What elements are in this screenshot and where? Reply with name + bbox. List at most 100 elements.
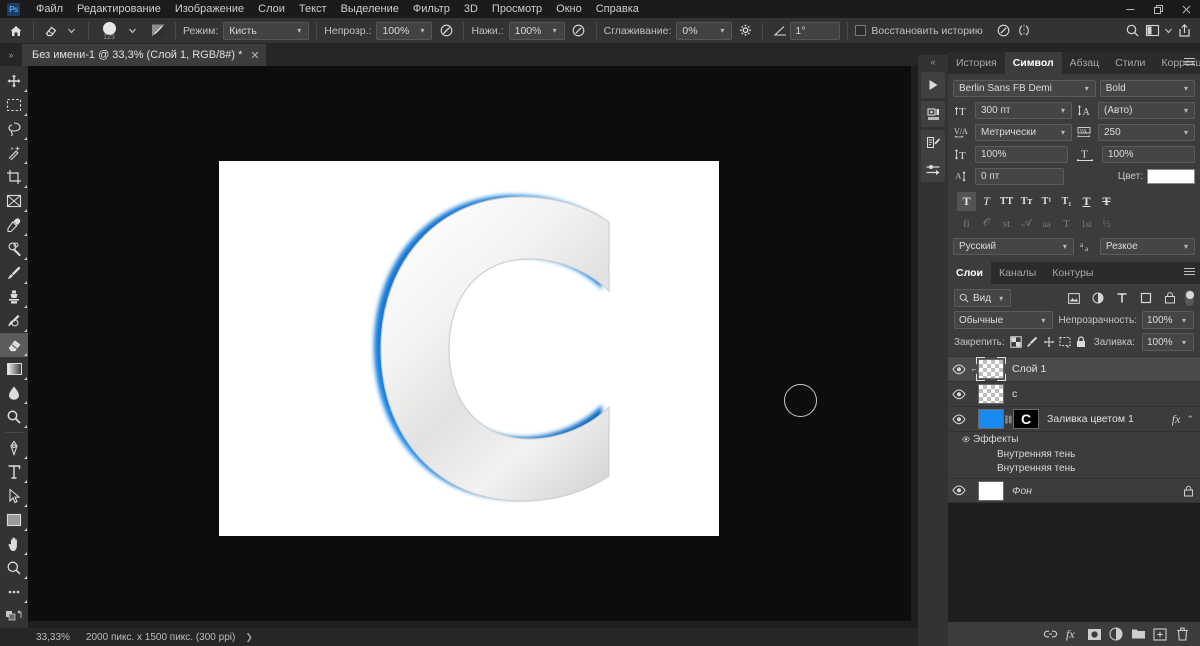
small-caps-button[interactable]: Tт [1017,192,1036,211]
smoothing-input[interactable]: 0% ▾ [676,21,733,40]
filter-smart-object-icon[interactable] [1161,289,1179,307]
titling-alternates-button[interactable]: T [1057,214,1076,233]
flow-input[interactable]: 100% ▾ [508,21,565,40]
path-selection-tool[interactable] [0,484,28,508]
layer-blend-mode-select[interactable]: Обычные ▾ [954,311,1054,329]
tab-channels[interactable]: Каналы [990,262,1045,284]
libraries-icon[interactable] [921,101,945,127]
menu-layers[interactable]: Слои [251,0,292,18]
layer-thumbnail[interactable] [978,359,1004,379]
pen-tool[interactable] [0,436,28,460]
workspace-chevron-icon[interactable] [1162,21,1174,41]
underline-button[interactable]: T [1077,192,1096,211]
delete-layer-button[interactable] [1172,624,1192,644]
tab-history[interactable]: История [948,52,1005,74]
blend-mode-select[interactable]: Кисть ▾ [223,21,310,40]
layer-filter-select[interactable]: Вид ▾ [954,289,1012,307]
dodge-tool[interactable] [0,405,28,429]
table-row[interactable]: ⌐ Слой 1 [948,357,1200,382]
hand-tool[interactable] [0,532,28,556]
workspace-icon[interactable] [1142,21,1162,41]
font-family-select[interactable]: Berlin Sans FB Demi ▾ [953,80,1096,97]
layer-thumbnail[interactable] [978,384,1004,404]
eyedropper-tool[interactable] [0,213,28,237]
airbrush-toggle-icon[interactable] [569,21,589,41]
layer-effects-badge[interactable]: fx [1172,412,1181,427]
layer-thumbnail[interactable] [978,480,1004,501]
gradient-tool[interactable] [0,357,28,381]
baseline-shift-input[interactable]: 0 пт [975,168,1064,185]
status-chevron-icon[interactable]: ❯ [245,632,253,643]
strikethrough-button[interactable]: T [1097,192,1116,211]
document-tab[interactable]: Без имени-1 @ 33,3% (Слой 1, RGB/8#) * ✕ [22,44,266,66]
effect-row[interactable]: Внутренняя тень [948,461,1200,475]
menu-window[interactable]: Окно [549,0,589,18]
gear-icon[interactable] [735,21,755,41]
menu-view[interactable]: Просмотр [485,0,549,18]
horizontal-scale-input[interactable]: 100% [1102,146,1195,163]
language-select[interactable]: Русский ▾ [953,238,1074,255]
layer-visibility-icon[interactable] [948,485,970,496]
menu-help[interactable]: Справка [589,0,646,18]
layer-name[interactable]: Заливка цветом 1 [1047,413,1172,425]
history-brush-tool[interactable] [0,309,28,333]
angle-input[interactable]: 1° [790,21,841,40]
pressure-opacity-icon[interactable] [436,21,456,41]
clone-stamp-tool[interactable] [0,285,28,309]
vertical-scale-input[interactable]: 100% [975,146,1068,163]
tab-paragraph[interactable]: Абзац [1061,52,1108,74]
standard-ligatures-button[interactable]: fi [957,214,976,233]
layer-name[interactable]: с [1012,388,1194,400]
text-color-swatch[interactable] [1147,169,1196,184]
layer-visibility-icon[interactable] [948,363,970,375]
layer-mask-thumbnail[interactable]: C [1013,409,1039,429]
effect-row[interactable]: Внутренняя тень [948,447,1200,461]
lock-image-pixels-icon[interactable] [1026,334,1039,350]
canvas-vertical-scrollbar[interactable] [911,66,918,628]
filter-enable-toggle[interactable] [1185,290,1194,306]
restore-button[interactable] [1144,0,1172,18]
more-tools-ellipsis-icon[interactable] [0,580,28,604]
oldstyle-button[interactable]: aa [1037,214,1056,233]
table-row[interactable]: ⛓ C Заливка цветом 1 fx ⌃ [948,407,1200,432]
layer-effects-expand-icon[interactable]: ⌃ [1186,414,1194,425]
tab-paths[interactable]: Контуры [1044,262,1102,284]
brush-preset-chevron-icon[interactable] [122,21,142,41]
menu-file[interactable]: Файл [29,0,70,18]
leading-input[interactable]: (Авто) ▾ [1098,102,1195,119]
filter-type-icon[interactable] [1113,289,1131,307]
minimize-button[interactable] [1116,0,1144,18]
layer-visibility-icon[interactable] [948,413,970,425]
layer-style-button[interactable]: fx [1062,624,1082,644]
menu-image[interactable]: Изображение [168,0,251,18]
eraser-preset-chevron-icon[interactable] [61,21,81,41]
share-icon[interactable] [1174,21,1194,41]
effects-visibility-icon[interactable] [948,435,970,444]
effect-visibility-icon[interactable] [948,450,978,459]
rectangular-marquee-tool[interactable] [0,93,28,117]
discretionary-ligatures-button[interactable]: st [997,214,1016,233]
link-layers-button[interactable] [1040,624,1060,644]
swash-button[interactable]: 𝒜 [1017,214,1036,233]
panel-menu-icon[interactable] [1184,58,1195,67]
lock-position-icon[interactable] [1042,334,1055,350]
kerning-select[interactable]: Метрически ▾ [975,124,1072,141]
restore-history-checkbox[interactable]: Восстановить историю [855,25,987,37]
filter-shape-icon[interactable] [1137,289,1155,307]
ordinals-button[interactable]: 1st [1077,214,1096,233]
expand-panels-icon[interactable]: « [918,55,948,69]
eraser-icon[interactable] [41,21,61,41]
mask-link-icon[interactable]: ⛓ [1003,415,1013,424]
lock-all-icon[interactable] [1074,334,1087,350]
new-adjustment-button[interactable] [1106,624,1126,644]
tab-styles[interactable]: Стили [1107,52,1154,74]
menu-text[interactable]: Текст [292,0,334,18]
layer-thumbnail[interactable] [978,409,1004,429]
layer-visibility-icon[interactable] [948,388,970,400]
filter-pixel-icon[interactable] [1065,289,1083,307]
tracking-input[interactable]: 250 ▾ [1098,124,1195,141]
zoom-tool[interactable] [0,556,28,580]
brush-size-preview[interactable]: 123 [96,21,122,41]
opacity-input[interactable]: 100% ▾ [376,21,433,40]
lock-artboard-nesting-icon[interactable] [1058,334,1071,350]
